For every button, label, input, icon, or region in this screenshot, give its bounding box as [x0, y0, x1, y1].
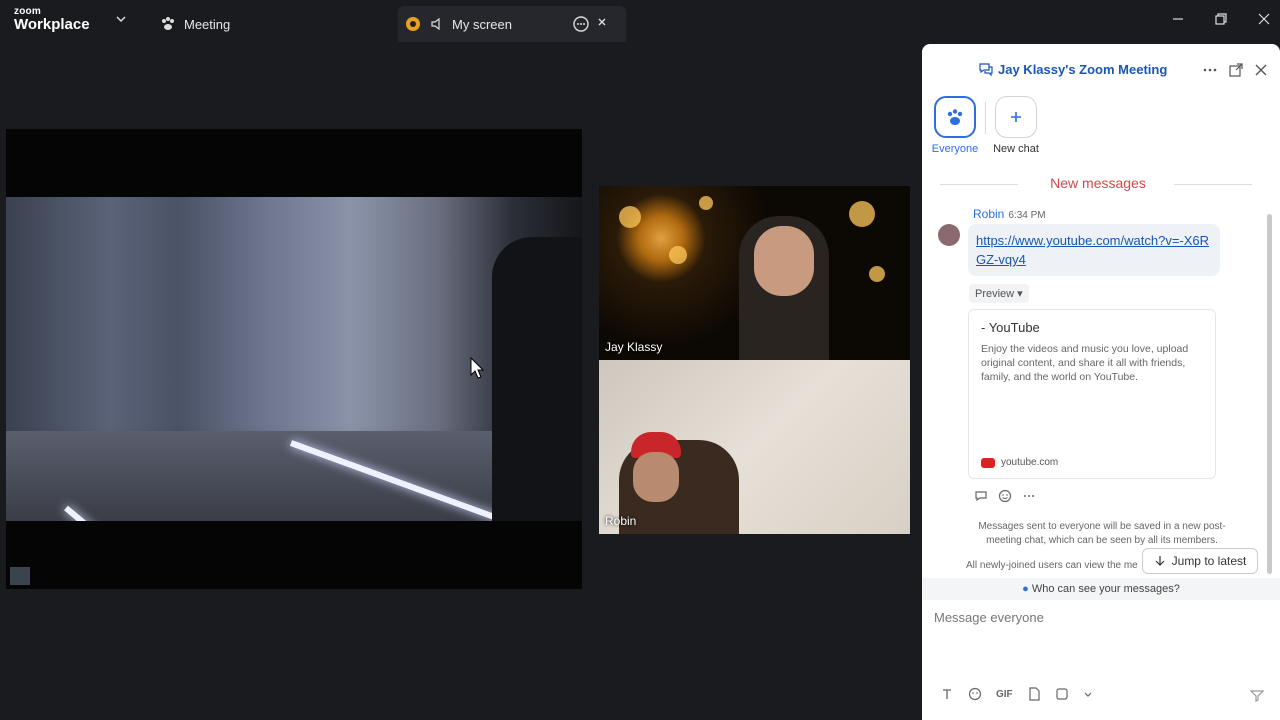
- message-input[interactable]: Message everyone: [934, 610, 1044, 625]
- chevron-down-icon[interactable]: [114, 12, 128, 26]
- close-panel-icon[interactable]: [1253, 62, 1269, 78]
- message-link[interactable]: https://www.youtube.com/watch?v=-X6RGZ-v…: [968, 224, 1220, 276]
- paw-icon: [947, 109, 963, 125]
- chat-messages-area: New messages Robin 6:34 PM https://www.yo…: [922, 166, 1274, 576]
- scene-person: [492, 237, 582, 521]
- new-messages-divider: New messages: [922, 174, 1274, 194]
- youtube-icon: [981, 457, 995, 468]
- participant-video-robin[interactable]: Robin: [599, 360, 910, 534]
- who-can-see-button[interactable]: ● Who can see your messages?: [922, 578, 1280, 600]
- more-options-icon[interactable]: [1202, 62, 1218, 78]
- new-chat-label: New chat: [993, 143, 1039, 155]
- restore-icon[interactable]: [1213, 11, 1229, 27]
- chat-panel-header: Jay Klassy's Zoom Meeting: [922, 44, 1280, 94]
- zoom-workplace-logo[interactable]: zoom Workplace: [14, 7, 90, 33]
- everyone-chat-button[interactable]: [934, 96, 976, 138]
- chat-panel: Jay Klassy's Zoom Meeting Everyone New c…: [922, 44, 1280, 720]
- tab-my-screen-label: My screen: [452, 16, 512, 32]
- tab-meeting[interactable]: Meeting: [160, 6, 230, 42]
- chat-scrollbar[interactable]: [1267, 214, 1272, 574]
- preview-title: - YouTube: [981, 320, 1040, 335]
- screenshot-icon[interactable]: [1055, 687, 1069, 701]
- shared-screen-video[interactable]: [6, 129, 582, 589]
- chat-visibility-notice: All newly-joined users can view the me: [966, 560, 1138, 571]
- reply-icon[interactable]: [974, 489, 988, 503]
- bokeh-light: [669, 246, 687, 264]
- close-window-icon[interactable]: [1256, 11, 1272, 27]
- minimize-icon[interactable]: [1170, 11, 1186, 27]
- shared-video-frame: [6, 197, 582, 521]
- title-bar: zoom Workplace Meeting My screen: [0, 0, 1280, 44]
- bokeh-light: [619, 206, 641, 228]
- text-format-icon[interactable]: [940, 687, 954, 701]
- bokeh-light: [869, 266, 885, 282]
- message-sender[interactable]: Robin 6:34 PM: [973, 207, 1046, 221]
- everyone-chat-label: Everyone: [931, 143, 979, 155]
- emoji-icon[interactable]: [968, 687, 982, 701]
- preview-source: youtube.com: [981, 457, 1058, 468]
- paw-icon: [162, 17, 174, 30]
- file-icon[interactable]: [1027, 687, 1041, 701]
- avatar[interactable]: [938, 224, 960, 246]
- composer-toolbar: GIF: [940, 687, 1093, 701]
- preview-description: Enjoy the videos and music you love, upl…: [981, 343, 1189, 383]
- divider: [985, 102, 986, 134]
- participant-face: [633, 452, 679, 502]
- person-icon: ●: [1022, 583, 1029, 595]
- participant-face: [754, 226, 814, 296]
- tab-my-screen[interactable]: My screen: [398, 6, 626, 42]
- share-thumbnail[interactable]: [10, 567, 30, 585]
- share-app-icon: [406, 17, 420, 31]
- new-messages-label: New messages: [1050, 175, 1146, 191]
- new-chat-button[interactable]: [995, 96, 1037, 138]
- emoji-reaction-icon[interactable]: [998, 489, 1012, 503]
- close-tab-icon[interactable]: [596, 16, 608, 28]
- message-actions: [974, 489, 1036, 503]
- link-preview-card[interactable]: - YouTube Enjoy the videos and music you…: [968, 309, 1216, 479]
- plus-icon: [1011, 112, 1021, 122]
- preview-toggle[interactable]: Preview ▾: [969, 284, 1029, 303]
- gif-button[interactable]: GIF: [996, 689, 1013, 700]
- participant-video-jay[interactable]: Jay Klassy: [599, 186, 910, 360]
- arrow-down-icon: [1155, 556, 1165, 566]
- bokeh-light: [849, 201, 875, 227]
- participant-name: Robin: [605, 514, 637, 528]
- chevron-down-icon[interactable]: [1083, 689, 1093, 699]
- divider-line: [1174, 184, 1252, 185]
- chat-panel-title: Jay Klassy's Zoom Meeting: [978, 61, 1167, 77]
- bokeh-light: [699, 196, 713, 210]
- more-options-icon[interactable]: [572, 15, 590, 33]
- speaker-icon: [431, 17, 440, 31]
- sender-name: Robin: [973, 207, 1005, 221]
- chat-save-notice: Messages sent to everyone will be saved …: [978, 521, 1226, 546]
- send-icon[interactable]: [1250, 688, 1264, 702]
- jump-to-latest-button[interactable]: Jump to latest: [1142, 548, 1258, 574]
- tab-meeting-label: Meeting: [184, 16, 231, 32]
- more-actions-icon[interactable]: [1022, 489, 1036, 503]
- mouse-cursor-icon: [470, 357, 484, 379]
- message-time: 6:34 PM: [1008, 210, 1046, 221]
- chat-bubble-icon: [979, 63, 993, 77]
- participant-name: Jay Klassy: [605, 340, 663, 354]
- pop-out-icon[interactable]: [1228, 62, 1244, 78]
